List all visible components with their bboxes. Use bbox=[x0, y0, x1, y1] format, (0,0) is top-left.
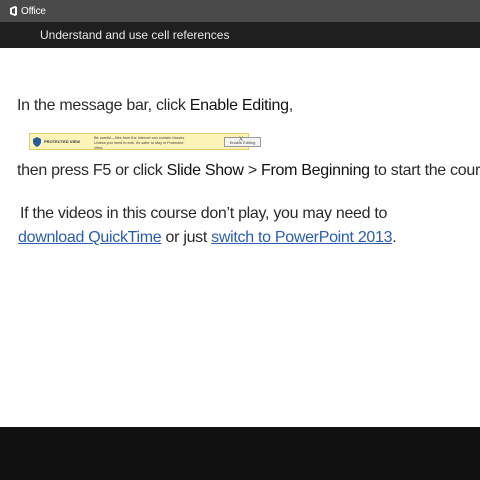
protected-view-message: Be careful—files from the Internet can c… bbox=[94, 136, 186, 150]
office-brand-text: Office bbox=[21, 5, 46, 17]
close-icon[interactable]: X bbox=[239, 137, 243, 143]
office-top-bar: Office bbox=[0, 0, 480, 22]
title-bar: Understand and use cell references bbox=[0, 22, 480, 48]
line2-separator: > bbox=[243, 162, 262, 179]
shield-icon bbox=[33, 137, 41, 147]
office-logo-icon bbox=[10, 6, 17, 16]
instruction-line-2: then press F5 or click Slide Show > From… bbox=[17, 162, 480, 180]
from-beginning-label: From Beginning bbox=[261, 162, 370, 179]
line1-text: In the message bar, click bbox=[17, 97, 190, 114]
video-note-line: If the videos in this course don’t play,… bbox=[20, 205, 388, 222]
line1-end: , bbox=[288, 97, 293, 114]
instruction-line-1: In the message bar, click Enable Editing… bbox=[17, 97, 293, 115]
line2-end: to start the course. bbox=[373, 162, 480, 179]
links-end-text: . bbox=[392, 229, 397, 246]
protected-view-label: PROTECTED VIEW bbox=[44, 139, 81, 144]
download-quicktime-link[interactable]: download QuickTime bbox=[18, 229, 162, 246]
office-logo: Office bbox=[9, 6, 46, 17]
course-title: Understand and use cell references bbox=[40, 28, 230, 42]
switch-to-powerpoint-link[interactable]: switch to PowerPoint 2013 bbox=[211, 229, 392, 246]
line2-text: then press F5 or click bbox=[17, 162, 167, 179]
video-links-line: download QuickTime or just switch to Pow… bbox=[18, 229, 397, 247]
protected-view-message-bar: PROTECTED VIEW Be careful—files from the… bbox=[29, 133, 261, 150]
links-middle-text: or just bbox=[161, 229, 212, 246]
slide-show-label: Slide Show bbox=[166, 162, 244, 179]
enable-editing-label: Enable Editing bbox=[189, 97, 289, 114]
bottom-bar bbox=[0, 427, 480, 480]
